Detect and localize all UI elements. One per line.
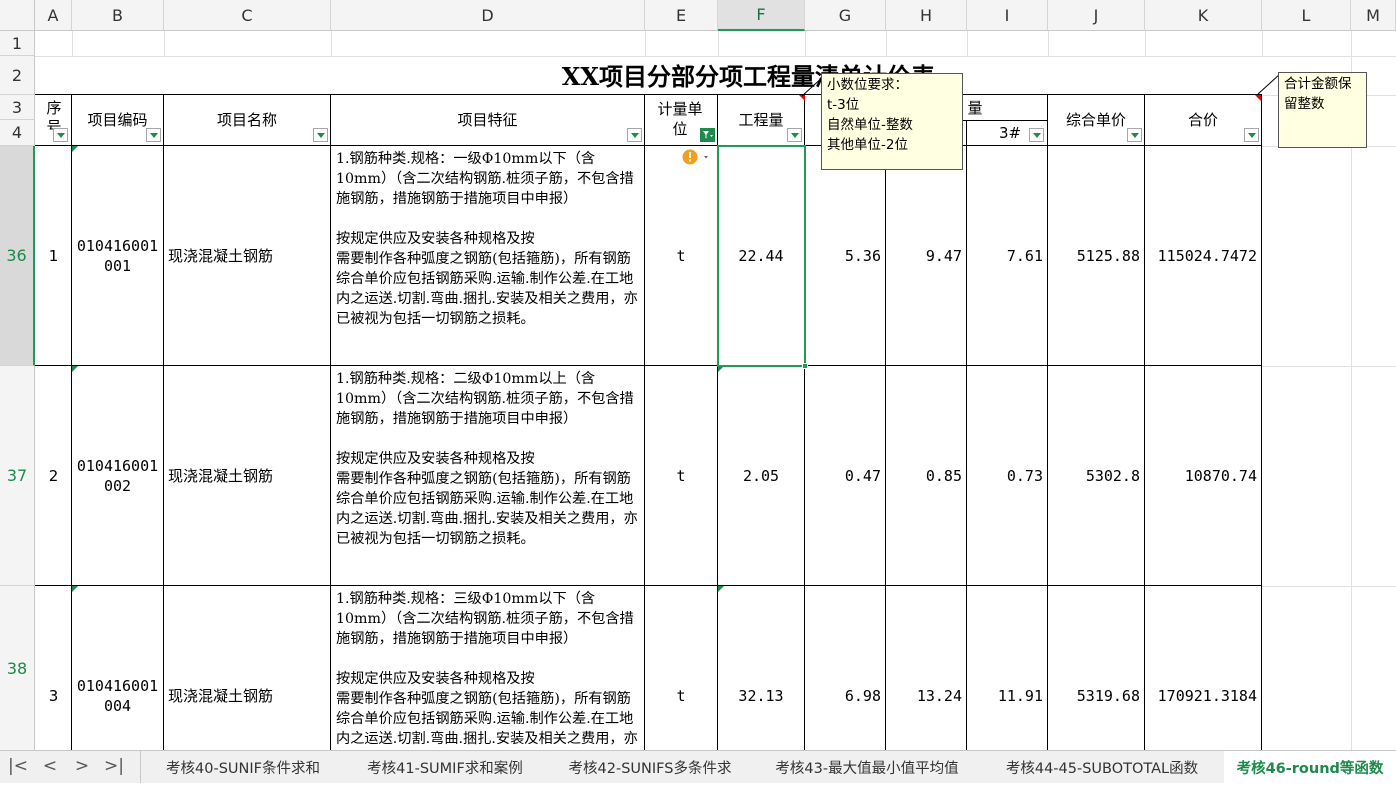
- col-header-j[interactable]: J: [1048, 0, 1145, 31]
- error-indicator: [72, 146, 78, 152]
- error-indicator: [718, 586, 724, 592]
- cell-g-1[interactable]: 5.36: [805, 146, 885, 365]
- cell-unit-1[interactable]: t: [645, 146, 717, 365]
- cell-unit-2[interactable]: t: [645, 366, 717, 585]
- gridline: [1262, 31, 1263, 56]
- filter-active-unit[interactable]: [700, 128, 715, 142]
- cell-feature-3[interactable]: 1.钢筋种类.规格：三级Φ10mm以下（含10mm）（含二次结构钢筋.桩须子筋，…: [331, 586, 644, 750]
- table-border: [1261, 95, 1262, 750]
- comment-decimal-rule[interactable]: 小数位要求： t-3位 自然单位-整数 其他单位-2位: [821, 73, 963, 170]
- error-check-button[interactable]: [682, 149, 710, 167]
- gridline: [164, 31, 165, 56]
- col-header-m[interactable]: M: [1351, 0, 1396, 31]
- row-header-36[interactable]: 36: [0, 146, 35, 366]
- col-header-e[interactable]: E: [645, 0, 718, 31]
- sheet-tab-40[interactable]: 考核40-SUNIF条件求和: [142, 751, 344, 783]
- tab-nav-last-button[interactable]: >|: [102, 754, 126, 778]
- gridline: [718, 31, 719, 56]
- row-header-37[interactable]: 37: [0, 366, 35, 586]
- sheet-tab-43[interactable]: 考核43-最大值最小值平均值: [754, 751, 980, 783]
- gridline: [645, 31, 646, 56]
- col-header-h[interactable]: H: [886, 0, 967, 31]
- cell-h-2[interactable]: 0.85: [886, 366, 966, 585]
- filter-dropdown-total[interactable]: [1244, 128, 1259, 142]
- col-header-k[interactable]: K: [1145, 0, 1262, 31]
- cell-total-2[interactable]: 10870.74: [1145, 366, 1261, 585]
- filter-dropdown-feature[interactable]: [627, 128, 642, 142]
- sheet-tab-41[interactable]: 考核41-SUMIF求和案例: [344, 751, 546, 783]
- error-indicator: [72, 366, 78, 372]
- cell-code-2[interactable]: 010416001002: [72, 366, 163, 585]
- gridline: [1262, 586, 1396, 587]
- col-header-b[interactable]: B: [72, 0, 164, 31]
- col-header-i[interactable]: I: [967, 0, 1048, 31]
- row-header-2[interactable]: 2: [0, 56, 35, 95]
- cell-feature-1[interactable]: 1.钢筋种类.规格：一级Φ10mm以下（含10mm）（含二次结构钢筋.桩须子筋，…: [331, 146, 644, 365]
- col-header-g[interactable]: G: [805, 0, 886, 31]
- cell-seq-1[interactable]: 1: [36, 146, 71, 365]
- filter-dropdown-qty[interactable]: [787, 128, 802, 142]
- gridline: [1145, 31, 1146, 56]
- cell-total-1[interactable]: 115024.7472: [1145, 146, 1261, 365]
- gridline: [1262, 366, 1396, 367]
- cell-name-1[interactable]: 现浇混凝土钢筋: [164, 146, 330, 365]
- tab-nav-prev-button[interactable]: <: [38, 754, 62, 778]
- cell-seq-2[interactable]: 2: [36, 366, 71, 585]
- cell-name-2[interactable]: 现浇混凝土钢筋: [164, 366, 330, 585]
- filter-dropdown-split-3[interactable]: [1029, 128, 1044, 142]
- tab-nav-first-button[interactable]: |<: [6, 754, 30, 778]
- gridline: [967, 31, 968, 56]
- comment-total-rule[interactable]: 合计金额保留整数: [1278, 72, 1367, 148]
- col-header-c[interactable]: C: [164, 0, 331, 31]
- header-name: 项目名称: [216, 111, 277, 129]
- warning-icon: [682, 149, 708, 165]
- cell-h-1[interactable]: 9.47: [886, 146, 966, 365]
- gridline: [886, 31, 887, 56]
- sheet-tab-42[interactable]: 考核42-SUNIFS多条件求: [546, 751, 754, 783]
- gridline: [331, 31, 332, 56]
- row-header-4[interactable]: 4: [0, 120, 35, 146]
- select-all-corner[interactable]: [0, 0, 35, 31]
- fill-handle[interactable]: [802, 363, 808, 369]
- filter-dropdown-seq[interactable]: [53, 128, 68, 142]
- filter-dropdown-code[interactable]: [146, 128, 161, 142]
- cell-i-2[interactable]: 0.73: [967, 366, 1047, 585]
- col-header-a[interactable]: A: [35, 0, 72, 31]
- divider: [140, 751, 141, 783]
- row-header-38[interactable]: 38: [0, 586, 35, 750]
- gridline: [805, 31, 806, 56]
- cell-g-2[interactable]: 0.47: [805, 366, 885, 585]
- filter-dropdown-unit-price[interactable]: [1127, 128, 1142, 142]
- row-header-3[interactable]: 3: [0, 95, 35, 120]
- col-header-d[interactable]: D: [331, 0, 645, 31]
- gridline: [1048, 31, 1049, 56]
- filter-icon: [703, 131, 713, 139]
- cell-i-1[interactable]: 7.61: [967, 146, 1047, 365]
- col-header-f[interactable]: F: [718, 0, 805, 31]
- cell-code-1[interactable]: 010416001001: [72, 146, 163, 365]
- row-header-1[interactable]: 1: [0, 31, 35, 56]
- col-header-l[interactable]: L: [1262, 0, 1351, 31]
- cell-unit-price-2[interactable]: 5302.8: [1048, 366, 1144, 585]
- header-feature: 项目特征: [457, 111, 518, 129]
- filter-dropdown-name[interactable]: [313, 128, 328, 142]
- sheet-tab-44-45[interactable]: 考核44-45-SUBOTOTAL函数: [980, 751, 1224, 783]
- tab-nav-next-button[interactable]: >: [70, 754, 94, 778]
- active-cell-selection: [717, 145, 806, 367]
- gridline: [35, 56, 1396, 57]
- sheet-tab-46-active[interactable]: 考核46-round等函数: [1224, 751, 1396, 783]
- gridline: [72, 31, 73, 56]
- cell-qty-2[interactable]: 2.05: [718, 366, 804, 585]
- error-indicator: [72, 586, 78, 592]
- cell-unit-price-1[interactable]: 5125.88: [1048, 146, 1144, 365]
- cell-feature-2[interactable]: 1.钢筋种类.规格：二级Φ10mm以上（含10mm）（含二次结构钢筋.桩须子筋，…: [331, 366, 644, 585]
